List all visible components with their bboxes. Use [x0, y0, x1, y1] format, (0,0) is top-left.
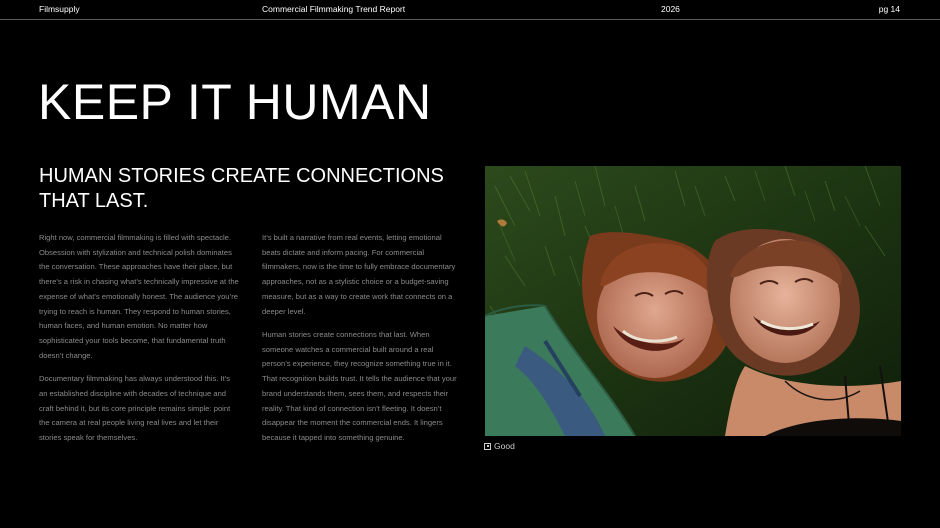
page-number: pg 14 [878, 4, 900, 14]
paragraph: Human stories create connections that la… [262, 330, 457, 442]
caption-text: Good [494, 441, 515, 451]
image-caption: Good [484, 441, 515, 451]
report-title: Commercial Filmmaking Trend Report [262, 4, 406, 14]
photo-two-women-laughing-in-grass [485, 166, 901, 436]
top-bar: Filmsupply Commercial Filmmaking Trend R… [0, 0, 940, 20]
page-title: KEEP IT HUMAN [38, 74, 432, 130]
paragraph: It’s built a narrative from real events,… [262, 233, 456, 316]
paragraph: Documentary filmmaking has always unders… [39, 374, 231, 442]
text-column-2: It’s built a narrative from real events,… [262, 231, 460, 454]
square-icon [484, 442, 491, 450]
text-column-1: Right now, commercial filmmaking is fill… [39, 231, 239, 454]
paragraph: Right now, commercial filmmaking is fill… [39, 233, 239, 360]
brand-name: Filmsupply [39, 4, 80, 14]
section-subtitle: HUMAN STORIES CREATE CONNECTIONS THAT LA… [39, 165, 444, 212]
report-year: 2026 [661, 4, 680, 14]
